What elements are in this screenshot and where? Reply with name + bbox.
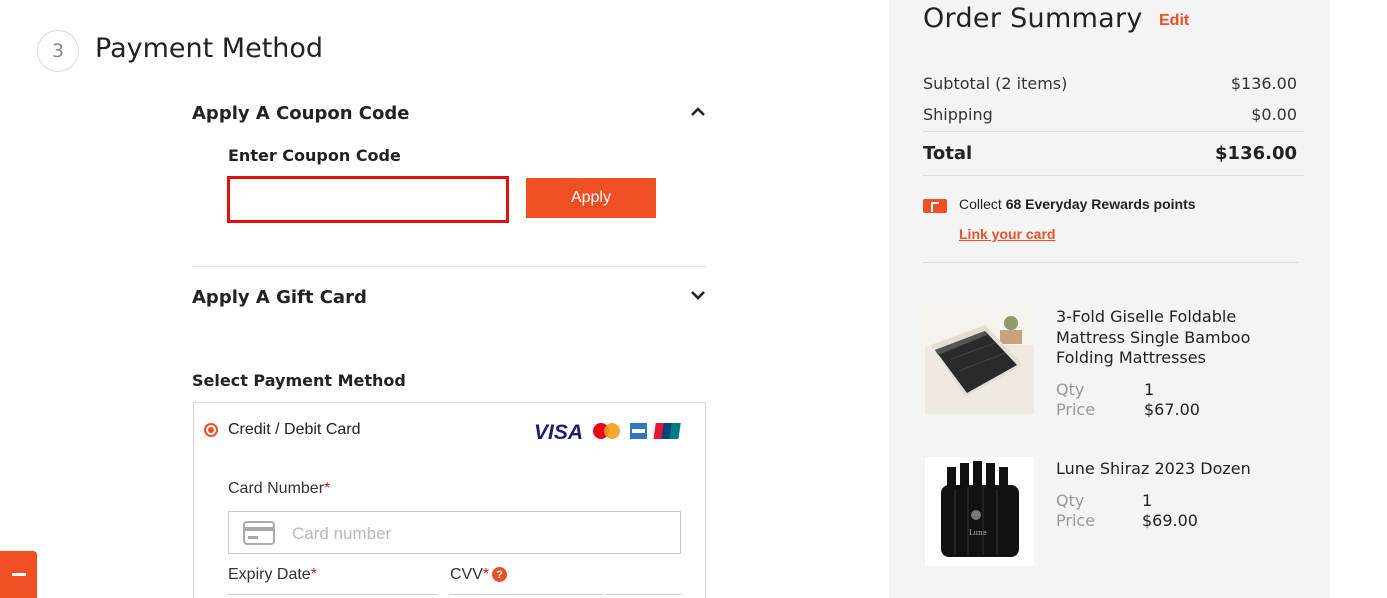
edit-order-link[interactable]: Edit — [1159, 12, 1189, 30]
summary-divider — [923, 262, 1298, 263]
expiry-date-input[interactable] — [228, 594, 438, 598]
unionpay-icon — [653, 423, 681, 439]
shipping-label: Shipping — [923, 105, 993, 124]
wine-bottles-image: Lune — [925, 457, 1034, 566]
product-name: 3-Fold Giselle Foldable Mattress Single … — [1056, 307, 1251, 367]
link-your-card-link[interactable]: Link your card — [959, 226, 1055, 242]
card-number-label: Card Number* — [228, 480, 331, 497]
coupon-section-heading[interactable]: Apply A Coupon Code — [192, 103, 409, 124]
cvv-help-icon[interactable]: ? — [492, 567, 507, 582]
rewards-message: Collect 68 Everyday Rewards points — [959, 196, 1196, 212]
floating-collapse-tab[interactable] — [0, 551, 37, 598]
credit-card-radio[interactable] — [204, 423, 218, 437]
summary-divider — [923, 175, 1304, 176]
payment-method-heading: Select Payment Method — [192, 371, 406, 390]
gift-card-section-heading[interactable]: Apply A Gift Card — [192, 287, 367, 308]
svg-text:Lune: Lune — [969, 529, 987, 537]
summary-divider — [923, 131, 1304, 132]
subtotal-label: Subtotal (2 items) — [923, 74, 1068, 93]
order-summary-title: Order Summary — [923, 3, 1143, 34]
cvv-input[interactable] — [449, 594, 603, 598]
section-divider — [192, 266, 706, 267]
total-value: $136.00 — [1215, 143, 1297, 164]
subtotal-value: $136.00 — [1230, 74, 1297, 93]
product-price: $67.00 — [1144, 400, 1200, 419]
qty-label: Qty — [1056, 380, 1085, 399]
step-title: Payment Method — [95, 33, 324, 64]
chevron-up-icon[interactable] — [689, 104, 707, 118]
total-label: Total — [923, 143, 973, 164]
visa-icon: VISA — [534, 421, 583, 443]
card-number-placeholder: Card number — [292, 524, 392, 543]
price-label: Price — [1056, 511, 1096, 530]
minus-icon — [11, 572, 26, 576]
mattress-image — [925, 305, 1034, 414]
product-thumbnail[interactable] — [925, 305, 1034, 414]
expiry-date-label: Expiry Date* — [228, 566, 317, 583]
amex-icon — [630, 423, 647, 439]
credit-card-icon — [243, 521, 275, 545]
cvv-label: CVV* — [450, 566, 490, 583]
card-number-input[interactable]: Card number — [228, 511, 681, 554]
credit-card-option-label[interactable]: Credit / Debit Card — [228, 421, 361, 439]
chevron-down-icon[interactable] — [689, 288, 707, 302]
rewards-icon — [923, 199, 947, 213]
step-number-badge: 3 — [37, 30, 79, 72]
price-label: Price — [1056, 400, 1096, 419]
product-qty: 1 — [1142, 491, 1153, 510]
cvv-input-extra[interactable] — [606, 594, 681, 598]
product-name: Lune Shiraz 2023 Dozen — [1056, 459, 1251, 478]
card-brand-logos: VISA — [534, 421, 681, 443]
product-qty: 1 — [1144, 380, 1155, 399]
product-price: $69.00 — [1142, 511, 1198, 530]
mastercard-icon — [593, 423, 620, 439]
shipping-value: $0.00 — [1251, 105, 1297, 124]
apply-coupon-button[interactable]: Apply — [526, 178, 656, 218]
coupon-field-label: Enter Coupon Code — [228, 146, 401, 165]
qty-label: Qty — [1056, 491, 1085, 510]
product-thumbnail[interactable]: Lune — [925, 457, 1034, 566]
coupon-code-input[interactable] — [227, 176, 509, 223]
